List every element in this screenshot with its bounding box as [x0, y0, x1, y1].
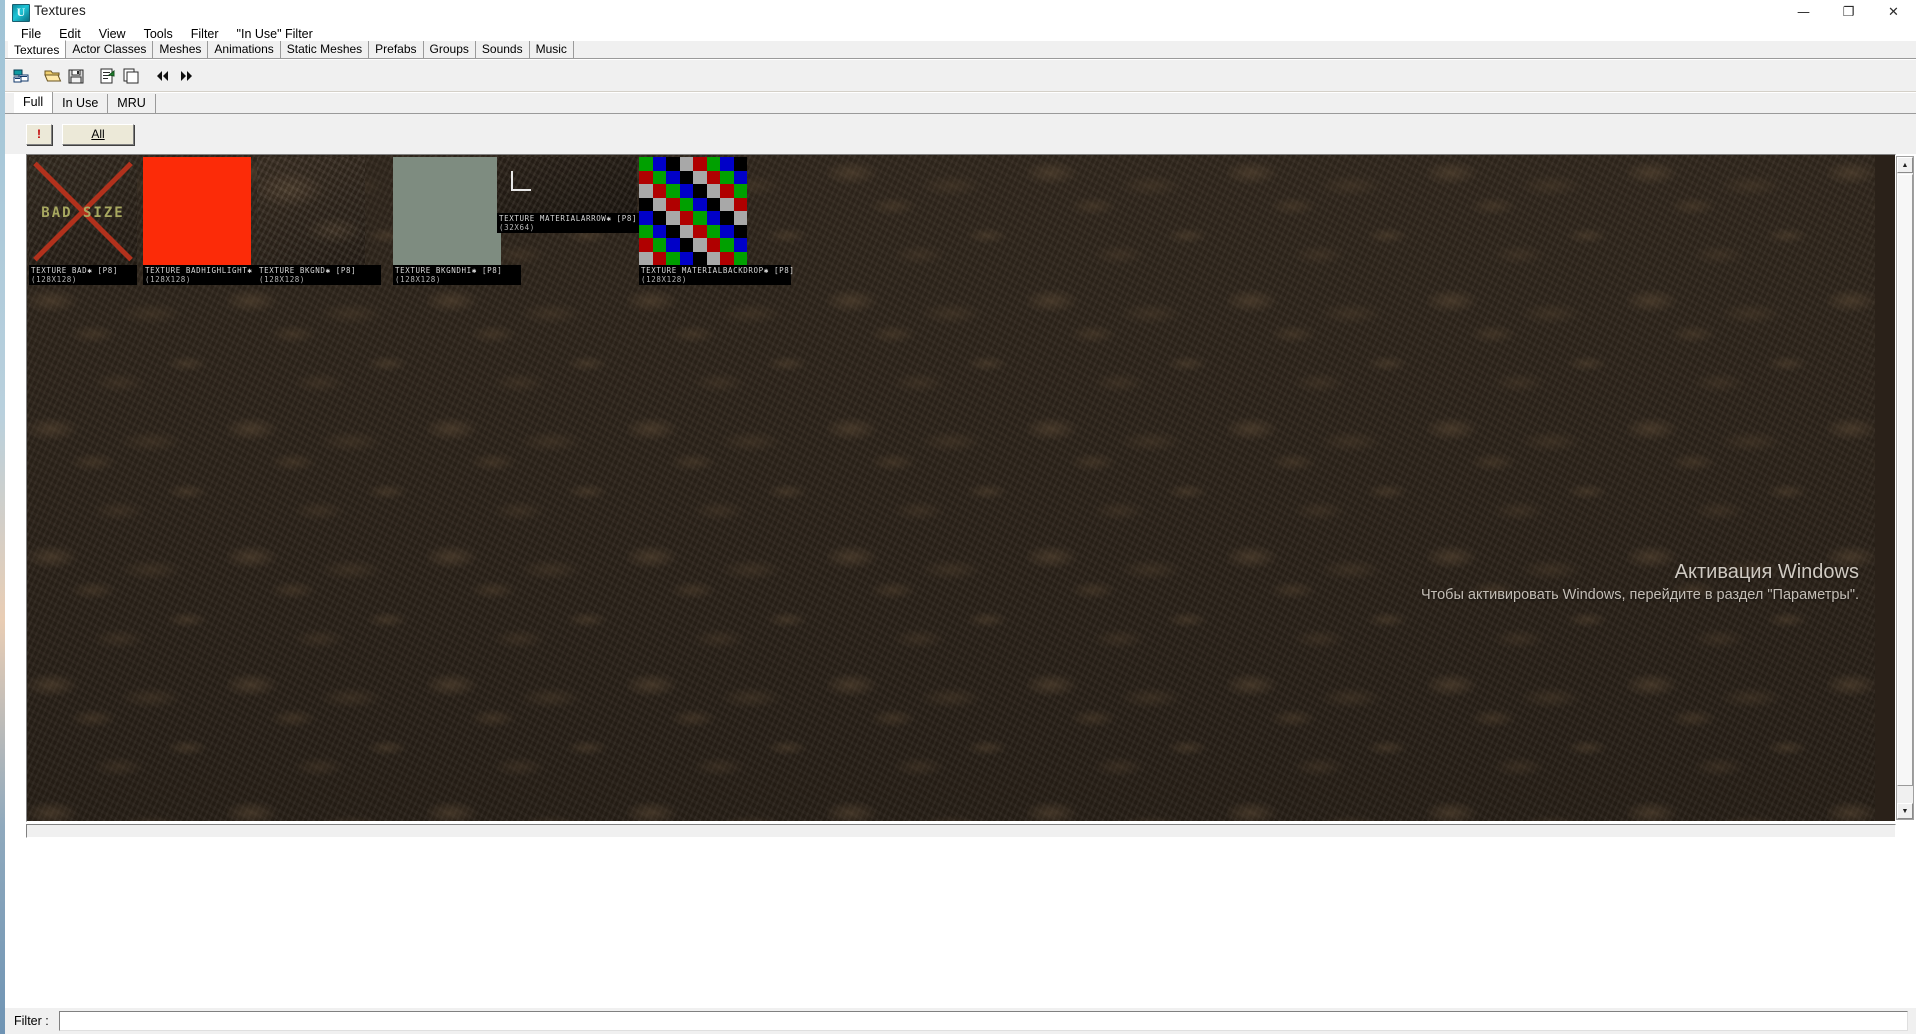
tab-animations[interactable]: Animations [208, 41, 281, 58]
close-button[interactable]: ✕ [1871, 0, 1916, 25]
filter-label: Filter : [14, 1014, 49, 1028]
tab-actor-classes[interactable]: Actor Classes [66, 41, 154, 58]
texture-dimensions: (128X128) [395, 275, 442, 284]
browser-tab-strip: Textures Actor Classes Meshes Animations… [4, 40, 1916, 59]
texture-swatch-materialbackdrop [639, 157, 747, 265]
canvas-vertical-scrollbar[interactable]: ▲ ▼ [1896, 156, 1914, 820]
texture-name: TEXTURE MATERIALBACKDROP✱ [P8] [641, 266, 795, 275]
window-frame: U Textures — ❐ ✕ File Edit View Tools Fi… [3, 0, 1916, 1034]
menu-tools[interactable]: Tools [135, 26, 182, 42]
prev-arrows-icon[interactable] [152, 64, 174, 87]
all-groups-label: All [91, 127, 105, 141]
save-disk-icon[interactable] [65, 64, 87, 87]
subtab-in-use[interactable]: In Use [53, 94, 109, 113]
texture-label-materialbackdrop: TEXTURE MATERIALBACKDROP✱ [P8] (128X128) [639, 265, 795, 285]
canvas-bottom-divider [26, 824, 1896, 838]
scroll-up-arrow-icon[interactable]: ▲ [1897, 157, 1913, 173]
texture-dimensions: (128X128) [31, 275, 78, 284]
desktop-background-edge [0, 0, 5, 1034]
tab-groups[interactable]: Groups [423, 41, 476, 58]
new-package-icon[interactable] [10, 64, 32, 87]
minimize-button[interactable]: — [1781, 0, 1826, 25]
texture-name: TEXTURE BKGNDHI✱ [P8] [395, 266, 503, 275]
tab-meshes[interactable]: Meshes [153, 41, 209, 58]
tab-music[interactable]: Music [529, 41, 574, 58]
toolbar [4, 60, 1916, 92]
menu-view[interactable]: View [90, 26, 135, 42]
title-bar: U Textures — ❐ ✕ [4, 0, 1916, 25]
texture-swatch-bkgnd [257, 157, 365, 265]
scroll-down-arrow-icon[interactable]: ▼ [1897, 803, 1913, 819]
exclamation-filter-button[interactable]: ! [26, 123, 52, 145]
arrow-corner-mark-icon [511, 171, 531, 191]
tab-textures[interactable]: Textures [8, 40, 67, 58]
texture-dimensions: (128X128) [641, 275, 688, 284]
texture-name: TEXTURE MATERIALARROW✱ [P8] [499, 214, 638, 223]
texture-label-bad: TEXTURE BAD✱ [P8] (128X128) [29, 265, 137, 285]
next-arrows-icon[interactable] [175, 64, 197, 87]
scrollbar-thumb[interactable] [1897, 174, 1913, 786]
tab-sounds[interactable]: Sounds [475, 41, 530, 58]
properties-icon[interactable] [97, 64, 119, 87]
menu-filter[interactable]: Filter [182, 26, 228, 42]
subtab-full[interactable]: Full [14, 92, 54, 113]
group-filter-row: ! All [4, 114, 1916, 154]
texture-label-bkgndhi: TEXTURE BKGNDHI✱ [P8] (128X128) [393, 265, 521, 285]
texture-label-materialarrow: TEXTURE MATERIALARROW✱ [P8] (32X64) [497, 213, 655, 233]
tab-prefabs[interactable]: Prefabs [369, 41, 424, 58]
texture-dimensions: (128X128) [259, 275, 306, 284]
texture-canvas[interactable]: BAD SIZE TEXTURE BAD✱ [P8] (128X128) TEX… [26, 154, 1896, 822]
filter-bar: Filter : [4, 1008, 1916, 1034]
texture-dimensions: (32X64) [499, 223, 535, 232]
maximize-button[interactable]: ❐ [1826, 0, 1871, 25]
texture-name: TEXTURE BKGND✱ [P8] [259, 266, 357, 275]
menu-in-use-filter[interactable]: "In Use" Filter [228, 26, 322, 42]
texture-browser-window: U Textures — ❐ ✕ File Edit View Tools Fi… [0, 0, 1916, 1034]
texture-swatch-badhighlight [143, 157, 251, 265]
texture-name: TEXTURE BAD✱ [P8] [31, 266, 118, 275]
open-folder-icon[interactable] [42, 64, 64, 87]
window-title: Textures [34, 3, 86, 18]
all-groups-button[interactable]: All [62, 123, 134, 145]
view-mode-tab-strip: Full In Use MRU [4, 92, 1916, 114]
duplicate-copy-icon[interactable] [120, 64, 142, 87]
bad-size-overlay-text: BAD SIZE [41, 205, 125, 221]
tab-static-meshes[interactable]: Static Meshes [280, 41, 370, 58]
unreal-logo-icon: U [12, 4, 30, 22]
texture-label-bkgnd: TEXTURE BKGND✱ [P8] (128X128) [257, 265, 381, 285]
subtab-mru[interactable]: MRU [108, 94, 156, 113]
window-controls: — ❐ ✕ [1781, 0, 1916, 25]
filter-input[interactable] [58, 1011, 1908, 1031]
texture-swatch-bad: BAD SIZE [29, 157, 137, 265]
texture-swatch-bkgndhi [393, 157, 501, 265]
